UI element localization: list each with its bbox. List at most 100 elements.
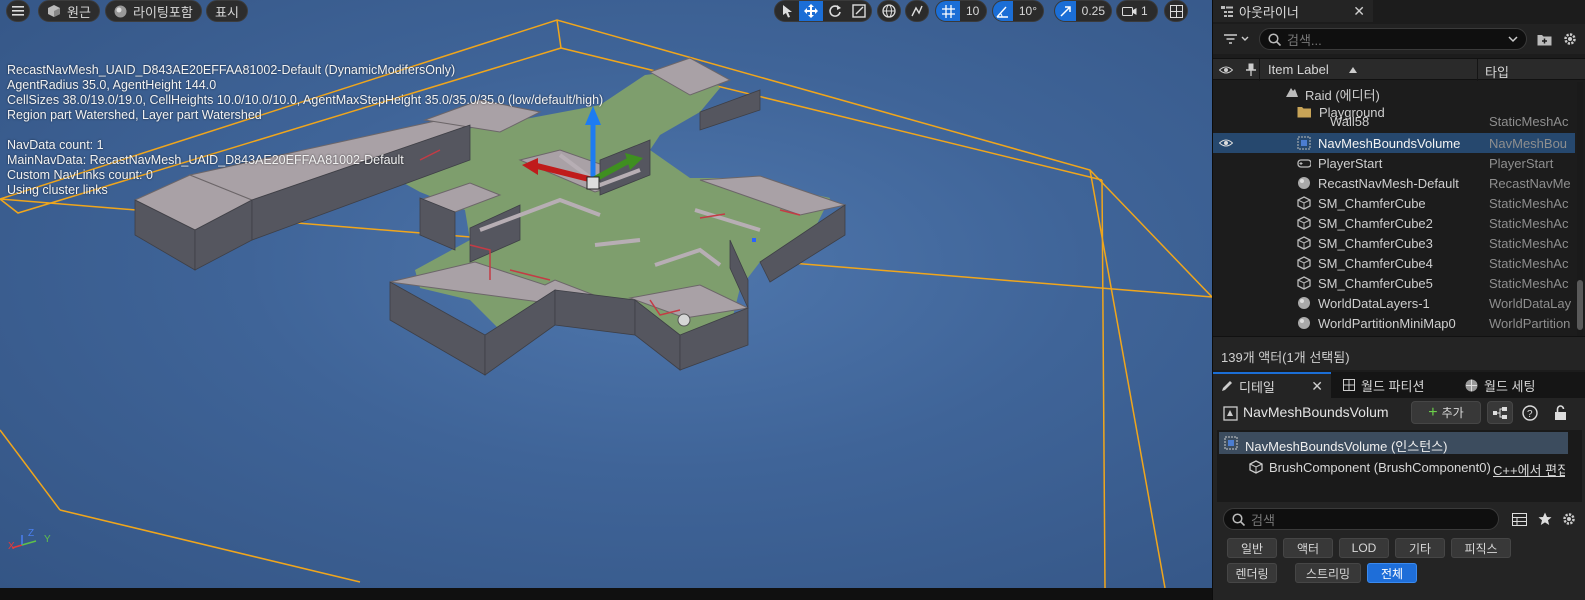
show-label: 표시 <box>215 4 239 20</box>
chevron-down-icon[interactable] <box>1508 36 1518 43</box>
scale-snap-toggle[interactable] <box>1055 1 1076 21</box>
nav-info-line: Region part Watershed, Layer part Waters… <box>7 108 262 122</box>
outliner-status-bar: 139개 액터(1개 선택됨) <box>1213 336 1585 370</box>
tree-row[interactable]: NavMeshBoundsVolume NavMeshBou <box>1213 133 1575 153</box>
nav-info-line: AgentRadius 35.0, AgentHeight 144.0 <box>7 78 217 92</box>
pencil-icon <box>1222 381 1232 391</box>
filter-general[interactable]: 일반 <box>1227 538 1277 558</box>
camera-icon <box>1117 1 1141 21</box>
camera-speed-group[interactable]: 1 <box>1116 0 1158 22</box>
select-tool[interactable] <box>775 1 799 21</box>
component-label: BrushComponent (BrushComponent0) <box>1269 460 1491 475</box>
world-local-toggle[interactable] <box>877 0 901 22</box>
grid-snap-toggle[interactable] <box>936 1 960 21</box>
outliner-scrollbar[interactable] <box>1577 82 1583 336</box>
lock-icon <box>1554 404 1566 420</box>
filter-actor[interactable]: 액터 <box>1283 538 1333 558</box>
rotation-snap-toggle[interactable] <box>993 1 1013 21</box>
visibility-column-icon[interactable] <box>1219 65 1233 75</box>
tree-row[interactable]: WorldDataLayers-1 WorldDataLay <box>1213 293 1575 313</box>
component-tree: NavMeshBoundsVolume (인스턴스) BrushComponen… <box>1217 430 1582 502</box>
scale-snap-group: 0.25 <box>1054 0 1112 22</box>
surface-snap-icon <box>906 1 928 21</box>
volume-icon <box>1297 136 1311 150</box>
static-mesh-icon <box>1297 216 1311 230</box>
static-mesh-icon <box>1297 236 1311 250</box>
close-icon[interactable]: ✕ <box>1353 3 1365 20</box>
view-mode-button[interactable]: 라이팅포함 <box>105 0 202 22</box>
tree-row[interactable]: Raid (에디터) <box>1213 82 1575 103</box>
settings-button[interactable] <box>1559 28 1581 50</box>
perspective-button[interactable]: 원근 <box>38 0 100 22</box>
outliner-search-input[interactable]: 검색... <box>1259 28 1527 50</box>
rotate-icon <box>829 5 841 17</box>
scale-tool[interactable] <box>847 1 871 21</box>
tree-row[interactable]: SM_ChamferCube3 StaticMeshAc <box>1213 233 1575 253</box>
hamburger-icon <box>12 6 24 16</box>
level-viewport[interactable]: X Z Y 원근 라이팅포함 표시 10 10° 0.25 1 RecastNa… <box>0 0 1212 588</box>
details-settings-button[interactable] <box>1559 509 1579 529</box>
rotate-tool[interactable] <box>823 1 847 21</box>
nav-info-line: RecastNavMesh_UAID_D843AE20EFFAA81002-De… <box>7 63 456 77</box>
show-button[interactable]: 표시 <box>206 0 248 22</box>
type-column-header[interactable]: 타입 <box>1485 62 1509 81</box>
scrollbar-thumb[interactable] <box>1577 280 1583 330</box>
add-component-button[interactable]: + 추가 <box>1411 401 1481 424</box>
visibility-eye-icon[interactable] <box>1219 138 1233 148</box>
tree-row[interactable]: SM_ChamferCube StaticMeshAc <box>1213 193 1575 213</box>
tree-row[interactable]: PlayerStart PlayerStart <box>1213 153 1575 173</box>
tree-row[interactable]: Wall58 StaticMeshAc <box>1213 117 1575 131</box>
tree-row[interactable]: SM_ChamferCube4 StaticMeshAc <box>1213 253 1575 273</box>
rotation-snap-value[interactable]: 10° <box>1013 4 1043 18</box>
component-row[interactable]: BrushComponent (BrushComponent0) C++에서 편… <box>1219 456 1568 478</box>
close-icon[interactable]: ✕ <box>1311 378 1323 395</box>
surface-snap-toggle[interactable] <box>905 0 929 22</box>
instance-row[interactable]: NavMeshBoundsVolume (인스턴스) <box>1219 432 1568 454</box>
property-matrix-button[interactable] <box>1509 509 1529 529</box>
actor-sphere-icon <box>1298 317 1310 329</box>
help-button[interactable]: ? <box>1521 404 1539 422</box>
translate-tool[interactable] <box>799 1 823 21</box>
grid-snap-value[interactable]: 10 <box>960 4 985 18</box>
filter-streaming[interactable]: 스트리밍 <box>1295 563 1361 583</box>
details-tab-bar: 디테일 ✕ 월드 파티션 월드 세팅 <box>1213 372 1585 398</box>
filter-button[interactable] <box>1221 28 1253 50</box>
filter-physics[interactable]: 피직스 <box>1451 538 1511 558</box>
gamepad-icon <box>1297 159 1311 168</box>
filter-all[interactable]: 전체 <box>1367 563 1417 583</box>
viewport-menu-button[interactable] <box>6 0 30 22</box>
filter-misc[interactable]: 기타 <box>1395 538 1445 558</box>
filter-lod[interactable]: LOD <box>1339 538 1389 558</box>
edit-in-cpp-link[interactable]: C++에서 편집 <box>1493 460 1565 479</box>
help-icon: ? <box>1522 405 1538 421</box>
globe-icon <box>1465 379 1478 391</box>
lock-button[interactable] <box>1551 403 1569 421</box>
transform-tools <box>774 0 872 22</box>
layout-button[interactable] <box>1164 0 1188 22</box>
pin-column-icon[interactable] <box>1246 63 1256 76</box>
grid-snap-group: 10 <box>935 0 987 22</box>
volume-icon <box>1223 406 1238 421</box>
level-icon <box>1286 88 1298 97</box>
item-label-column-header[interactable]: Item Label <box>1268 62 1329 77</box>
outliner-header: Item Label 타입 <box>1213 58 1585 81</box>
favorites-button[interactable] <box>1535 509 1555 529</box>
outliner-tree: Raid (에디터) Playground Wall58 StaticMeshA… <box>1213 82 1575 336</box>
tree-row[interactable]: WorldPartitionMiniMap0 WorldPartition <box>1213 313 1575 333</box>
filter-rendering[interactable]: 렌더링 <box>1227 563 1277 583</box>
add-component-label: 추가 <box>1441 406 1464 420</box>
selected-object-name[interactable]: NavMeshBoundsVolum <box>1243 404 1403 420</box>
tab-world-partition[interactable]: 월드 파티션 <box>1335 372 1432 398</box>
tree-row[interactable]: SM_ChamferCube2 StaticMeshAc <box>1213 213 1575 233</box>
tree-row[interactable]: RecastNavMesh-Default RecastNavMe <box>1213 173 1575 193</box>
tab-details[interactable]: 디테일 ✕ <box>1213 372 1331 398</box>
blueprint-button[interactable] <box>1487 401 1513 424</box>
tab-outliner[interactable]: 아웃라이너 ✕ <box>1213 0 1373 22</box>
add-folder-button[interactable] <box>1533 28 1555 50</box>
tab-world-settings[interactable]: 월드 세팅 <box>1457 372 1543 398</box>
scale-snap-value[interactable]: 0.25 <box>1076 4 1111 18</box>
outliner-icon <box>1221 6 1233 17</box>
side-panel: 아웃라이너 ✕ 검색... Item Label 타입 Raid (에디터) P… <box>1212 0 1585 600</box>
tree-row[interactable]: SM_ChamferCube5 StaticMeshAc <box>1213 273 1575 293</box>
details-search-input[interactable]: 검색 <box>1223 508 1499 530</box>
